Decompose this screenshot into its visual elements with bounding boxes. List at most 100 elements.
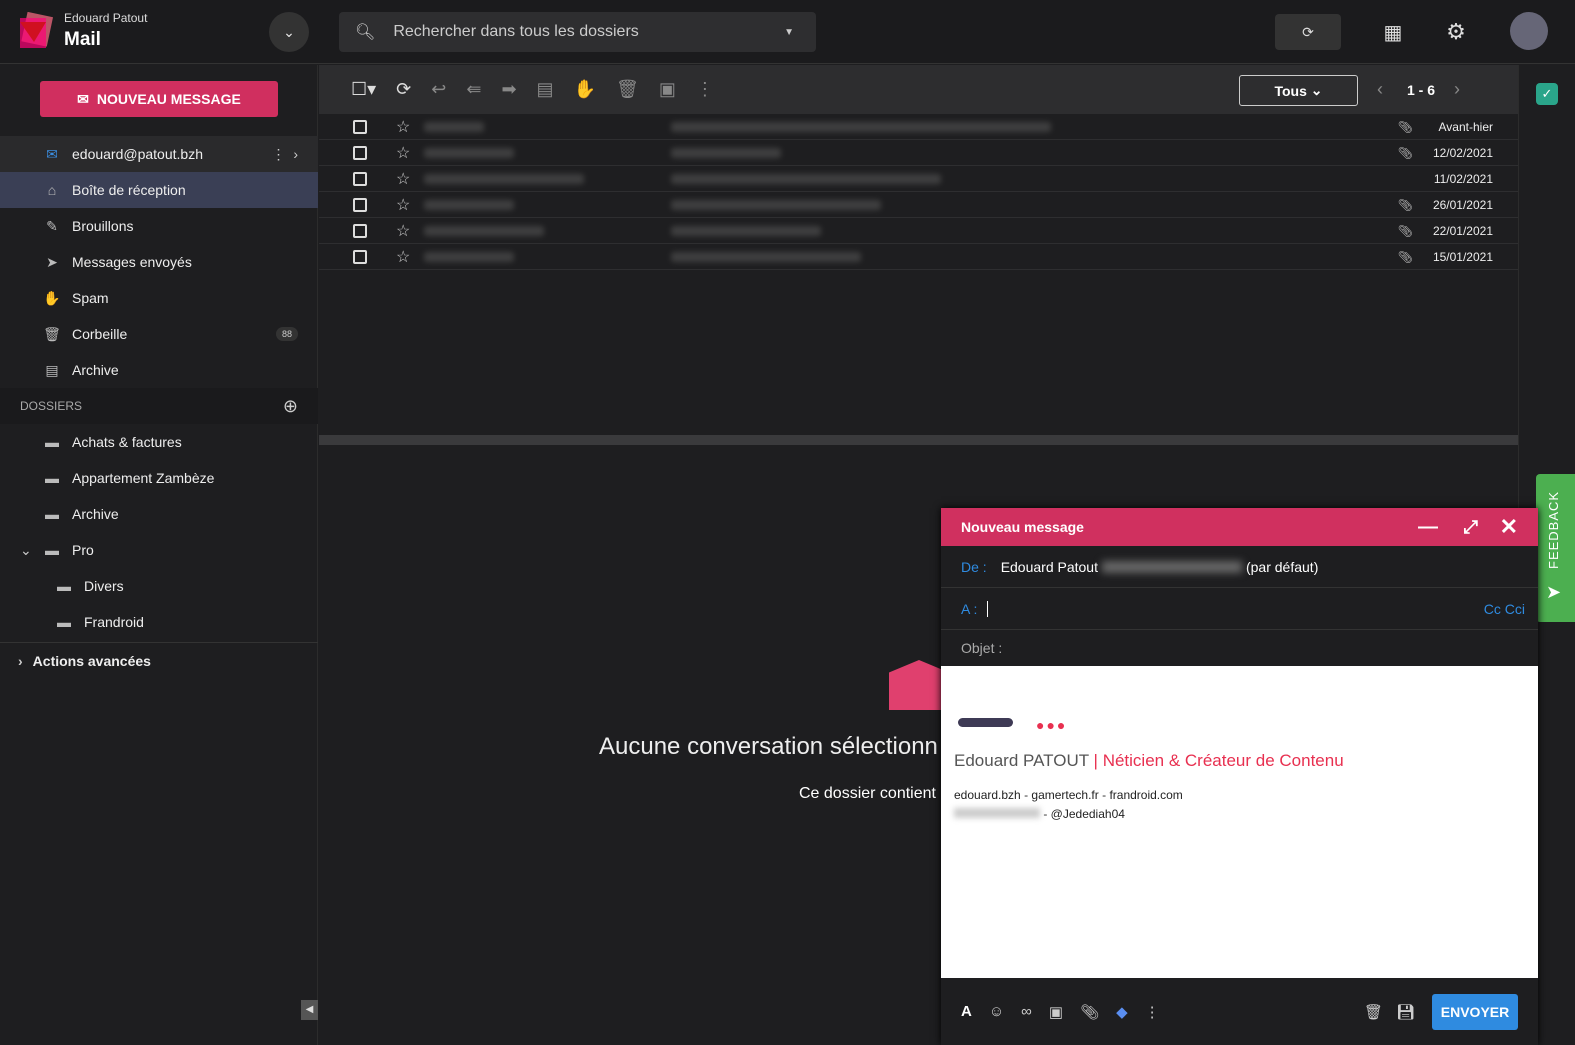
security-shield-icon[interactable]: ✓: [1536, 83, 1558, 105]
star-icon[interactable]: ☆: [396, 247, 410, 267]
sidebar-item-inbox[interactable]: ⌂ Boîte de réception: [0, 172, 318, 208]
add-folder-icon[interactable]: ⊕: [283, 396, 298, 417]
redacted-subject: [671, 121, 1051, 132]
message-row[interactable]: ☆ 📎︎ 26/01/2021: [319, 192, 1518, 218]
reply-all-icon[interactable]: ⇚: [466, 79, 481, 100]
format-text-icon[interactable]: A: [961, 1003, 972, 1020]
emoji-icon[interactable]: ☺: [989, 1003, 1004, 1020]
message-row[interactable]: ☆ 📎︎ 22/01/2021: [319, 218, 1518, 244]
star-icon[interactable]: ☆: [396, 117, 410, 137]
folder-label: Pro: [72, 542, 94, 558]
compose-body[interactable]: ●●● Edouard PATOUT | Néticien & Créateur…: [941, 666, 1538, 978]
close-icon[interactable]: ✕: [1500, 514, 1518, 540]
app-switcher-button[interactable]: ⌄: [269, 12, 309, 52]
folder-item[interactable]: ▬ Divers: [0, 568, 318, 604]
filter-dropdown[interactable]: Tous ⌄: [1239, 75, 1358, 106]
attachment-icon[interactable]: 📎︎: [1080, 1003, 1099, 1021]
star-icon[interactable]: ☆: [396, 169, 410, 189]
subject-field[interactable]: Objet :: [941, 630, 1538, 666]
pagination: 1 - 6: [1407, 81, 1436, 98]
search-input[interactable]: 🔍︎ Rechercher dans tous les dossiers ▼: [339, 12, 816, 52]
sidebar-item-trash[interactable]: 🗑︎ Corbeille 88: [0, 316, 318, 352]
row-checkbox[interactable]: [353, 197, 367, 212]
folder-item-pro[interactable]: ⌄ ▬ Pro: [0, 532, 318, 568]
prev-page-icon[interactable]: ‹: [1377, 79, 1383, 100]
feedback-tab[interactable]: FEEDBACK ➤: [1536, 474, 1575, 622]
row-checkbox[interactable]: [353, 223, 367, 238]
collapse-sidebar-button[interactable]: ◀: [301, 1000, 318, 1020]
star-icon[interactable]: ☆: [396, 221, 410, 241]
search-placeholder: Rechercher dans tous les dossiers: [393, 23, 639, 40]
forward-icon[interactable]: ➡: [501, 79, 516, 100]
settings-button[interactable]: ⚙: [1438, 14, 1474, 50]
to-field[interactable]: A : Cc Cci: [941, 588, 1538, 630]
account-item[interactable]: ✉ edouard@patout.bzh ⋮ ›: [0, 136, 318, 172]
folder-item[interactable]: ▬ Appartement Zambèze: [0, 460, 318, 496]
trash-icon[interactable]: 🗑︎: [616, 79, 639, 100]
sidebar-item-drafts[interactable]: ✎ Brouillons: [0, 208, 318, 244]
refresh-icon[interactable]: ⟳: [396, 79, 411, 100]
star-icon[interactable]: ☆: [396, 143, 410, 163]
link-handle[interactable]: @Jedediah04: [1051, 807, 1125, 821]
new-message-button[interactable]: ✉ NOUVEAU MESSAGE: [40, 81, 278, 117]
save-draft-icon[interactable]: 💾︎: [1396, 1003, 1415, 1021]
cc-bcc-link[interactable]: Cc Cci: [1484, 601, 1525, 617]
message-row[interactable]: ☆ 📎︎ 12/02/2021: [319, 140, 1518, 166]
row-checkbox[interactable]: [353, 171, 367, 186]
redacted-sender: [424, 225, 544, 236]
select-all-checkbox[interactable]: ☐▾: [351, 79, 376, 100]
sync-button[interactable]: ⟳: [1275, 14, 1341, 50]
message-date: 11/02/2021: [1433, 171, 1493, 186]
trash-icon[interactable]: 🗑︎: [1364, 1003, 1383, 1021]
row-checkbox[interactable]: [353, 119, 367, 134]
redacted-sender: [424, 121, 484, 132]
row-checkbox[interactable]: [353, 145, 367, 160]
expand-icon[interactable]: ⤢: [1464, 517, 1478, 538]
folder-label: Frandroid: [84, 614, 144, 630]
caret-down-icon[interactable]: ▼: [784, 27, 794, 38]
link-edouard[interactable]: edouard.bzh: [954, 788, 1021, 802]
folder-icon: ▬: [45, 470, 59, 486]
folder-item[interactable]: ▬ Achats & factures: [0, 424, 318, 460]
folder-item[interactable]: ▬ Frandroid: [0, 604, 318, 640]
send-button[interactable]: ENVOYER: [1432, 993, 1518, 1030]
signature-icon[interactable]: ◆: [1116, 1003, 1128, 1021]
redacted-subject: [671, 199, 881, 210]
apps-button[interactable]: ▦: [1375, 14, 1411, 50]
folder-label: Spam: [72, 290, 109, 306]
chevron-down-icon[interactable]: ⌄: [20, 542, 32, 559]
row-checkbox[interactable]: [353, 249, 367, 264]
signature-role: Néticien & Créateur de Contenu: [1102, 751, 1344, 770]
next-page-icon[interactable]: ›: [1454, 79, 1460, 100]
pane-splitter[interactable]: [319, 435, 1518, 445]
message-date: 15/01/2021: [1432, 249, 1493, 264]
folder-item[interactable]: ▬ Archive: [0, 496, 318, 532]
redacted-subject: [671, 251, 861, 262]
spam-icon[interactable]: ✋: [574, 79, 596, 100]
more-icon[interactable]: ⋮: [1145, 1003, 1160, 1021]
move-icon[interactable]: ▣: [659, 79, 676, 100]
star-icon[interactable]: ☆: [396, 195, 410, 215]
folder-label: Brouillons: [72, 218, 134, 234]
insert-file-icon[interactable]: ▣: [1049, 1003, 1063, 1021]
sidebar-item-spam[interactable]: ✋ Spam: [0, 280, 318, 316]
reply-icon[interactable]: ↩: [431, 79, 446, 100]
from-label: De :: [961, 558, 987, 575]
link-gamertech[interactable]: gamertech.fr: [1031, 788, 1098, 802]
message-row[interactable]: ☆ 📎︎ 15/01/2021: [319, 244, 1518, 270]
more-and-expand-icon[interactable]: ⋮ ›: [272, 146, 298, 163]
sidebar-item-sent[interactable]: ➤ Messages envoyés: [0, 244, 318, 280]
archive-icon[interactable]: ▤: [537, 79, 554, 100]
message-row[interactable]: ☆ 11/02/2021: [319, 166, 1518, 192]
advanced-actions[interactable]: › Actions avancées: [0, 642, 318, 678]
from-field[interactable]: De : Edouard Patout (par défaut): [941, 546, 1538, 588]
link-frandroid[interactable]: frandroid.com: [1109, 788, 1182, 802]
link-icon[interactable]: ∞: [1021, 1003, 1032, 1020]
avatar[interactable]: [1510, 12, 1548, 50]
more-icon[interactable]: ⋮: [696, 79, 714, 100]
from-name: Edouard Patout: [1000, 558, 1098, 575]
minimize-icon[interactable]: —: [1418, 516, 1438, 539]
sidebar-item-archive[interactable]: ▤ Archive: [0, 352, 318, 388]
paper-plane-icon: ➤: [1546, 582, 1562, 602]
message-row[interactable]: ☆ 📎︎ Avant-hier: [319, 114, 1518, 140]
